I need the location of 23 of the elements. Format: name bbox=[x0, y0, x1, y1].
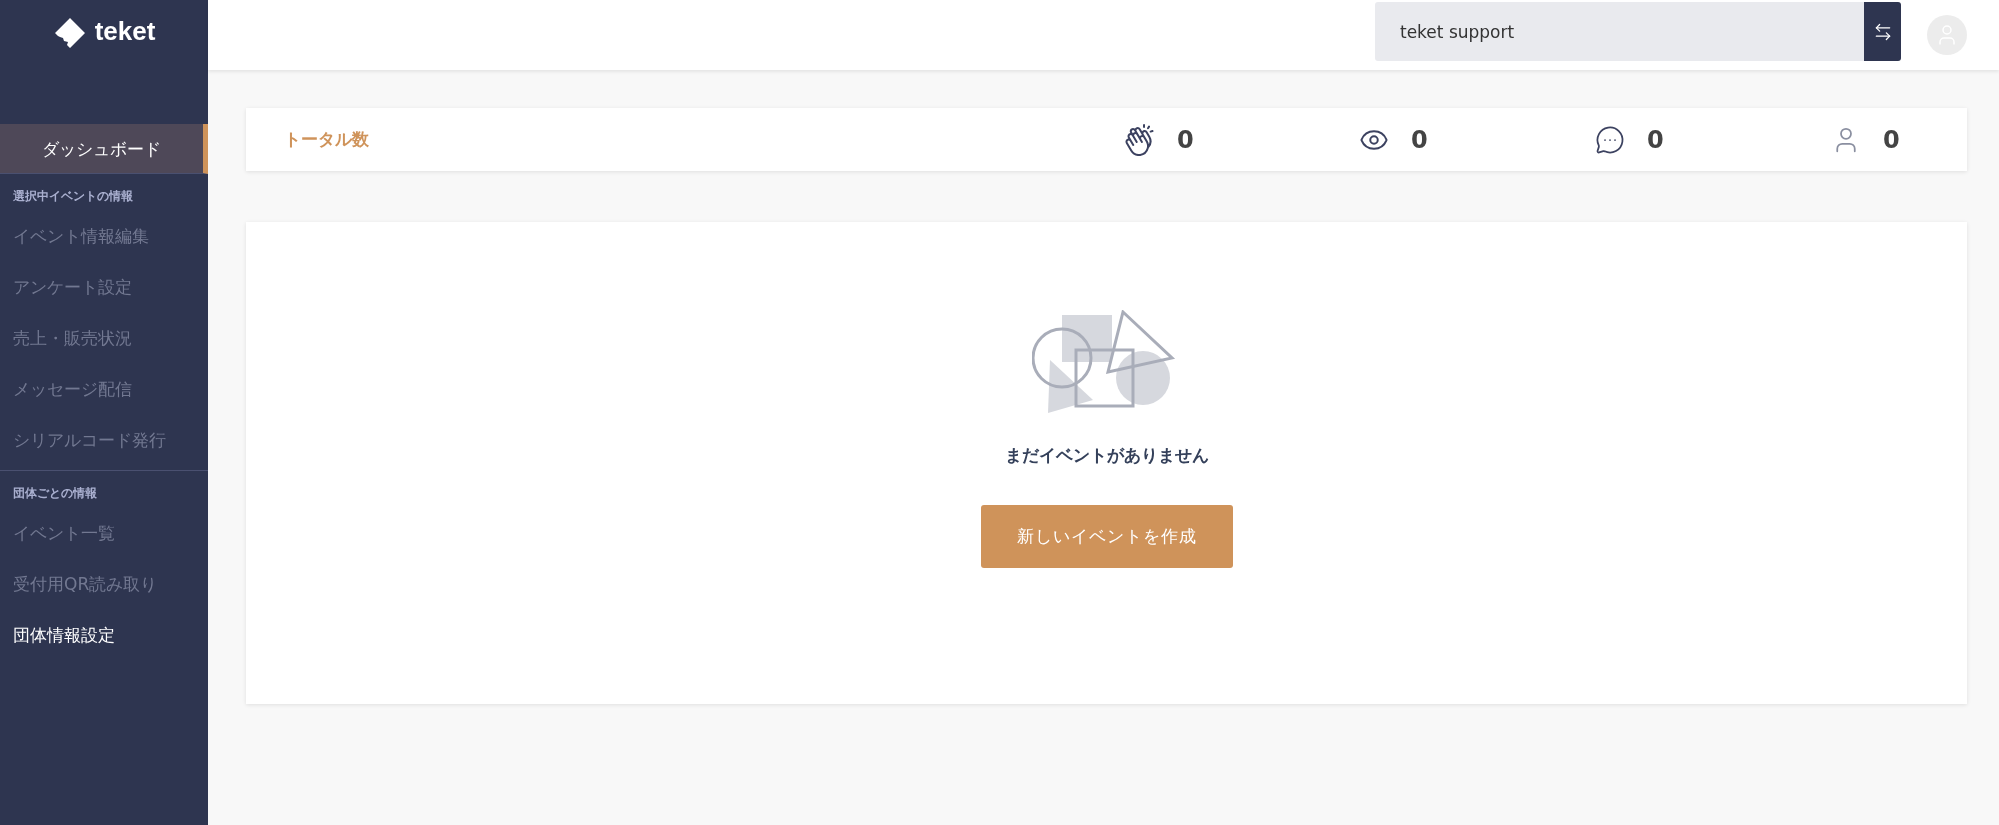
account-field[interactable]: teket support bbox=[1375, 2, 1864, 61]
sidebar-item[interactable]: アンケート設定 bbox=[0, 262, 208, 313]
sidebar-item[interactable]: メッセージ配信 bbox=[0, 364, 208, 415]
sidebar-item[interactable]: ダッシュボード bbox=[0, 124, 208, 174]
logo-text: teket bbox=[94, 16, 156, 46]
sidebar-item[interactable]: 団体情報設定 bbox=[0, 610, 208, 661]
clapping-hands-icon bbox=[1123, 123, 1155, 156]
sidebar-item[interactable]: 売上・販売状況 bbox=[0, 313, 208, 364]
stat-count: 0 bbox=[1177, 125, 1194, 154]
sidebar-item[interactable]: シリアルコード発行 bbox=[0, 415, 208, 466]
totals-label: トータル数 bbox=[284, 128, 370, 151]
sidebar-item[interactable]: イベント情報編集 bbox=[0, 211, 208, 262]
sidebar-item[interactable]: 受付用QR読み取り bbox=[0, 559, 208, 610]
stat-count: 0 bbox=[1647, 125, 1664, 154]
stat-count: 0 bbox=[1411, 125, 1428, 154]
sidebar-item[interactable]: イベント一覧 bbox=[0, 508, 208, 559]
section-heading: 選択中イベントの情報 bbox=[12, 188, 134, 205]
create-event-button[interactable]: 新しいイベントを作成 bbox=[980, 505, 1233, 568]
chat-bubble-icon bbox=[1595, 124, 1625, 155]
empty-message: まだイベントがありません bbox=[1004, 444, 1209, 467]
switch-account-button[interactable] bbox=[1864, 2, 1901, 61]
stat-count: 0 bbox=[1883, 125, 1900, 154]
section-heading: 団体ごとの情報 bbox=[12, 485, 98, 502]
